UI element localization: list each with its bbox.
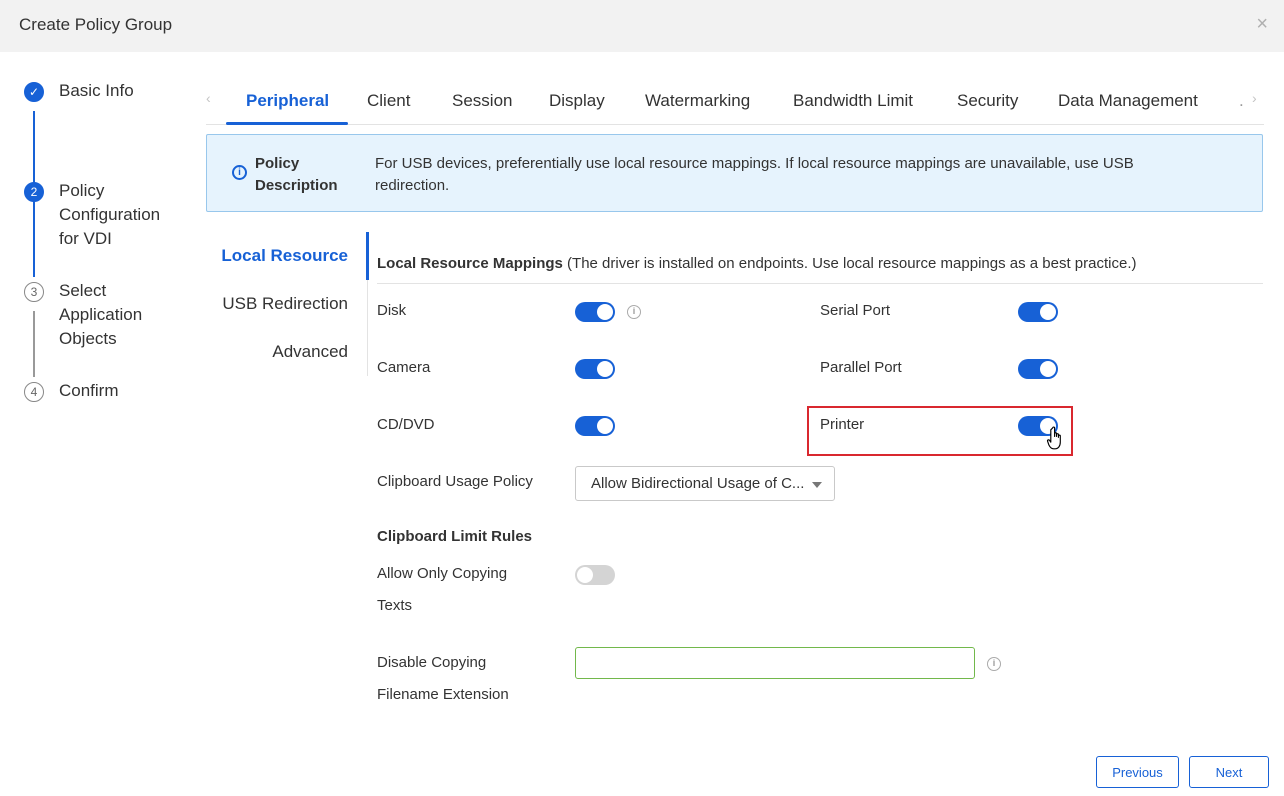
step-1-label: Basic Info <box>59 81 134 100</box>
tab-security[interactable]: Security <box>957 91 1018 111</box>
serial-port-label: Serial Port <box>820 302 891 319</box>
printer-label: Printer <box>820 416 865 433</box>
camera-label: Camera <box>377 359 431 376</box>
section-title: Local Resource Mappings (The driver is i… <box>377 255 1137 272</box>
section-divider <box>377 283 1263 284</box>
subcategory-nav: Local Resource USB Redirection Advanced <box>206 232 369 376</box>
active-tab-indicator <box>226 122 348 125</box>
step-1-check-icon: ✓ <box>24 82 44 102</box>
allow-copying-texts-toggle[interactable] <box>575 565 615 585</box>
step-3-label: Select Application Objects <box>59 281 143 348</box>
tabs-prev-icon[interactable]: ‹ <box>206 90 211 106</box>
next-button[interactable]: Next <box>1189 756 1269 788</box>
section-note: (The driver is installed on endpoints. U… <box>562 255 1137 272</box>
tab-watermarking[interactable]: Watermarking <box>645 91 750 111</box>
toggle-knob <box>597 304 613 320</box>
disable-copying-extension-label-line2: Filename Extension <box>377 686 509 703</box>
sidebar-item-advanced[interactable]: Advanced <box>272 342 348 362</box>
previous-button[interactable]: Previous <box>1096 756 1179 788</box>
sidebar-item-usb-redirection[interactable]: USB Redirection <box>222 294 348 314</box>
allow-copying-texts-label: Allow Only Copying <box>377 565 508 582</box>
category-tabs: ‹ Peripheral Client Session Display Wate… <box>206 80 1264 125</box>
clipboard-usage-policy-label: Clipboard Usage Policy <box>377 473 533 490</box>
toggle-knob <box>597 418 613 434</box>
cd-dvd-label: CD/DVD <box>377 416 435 433</box>
extension-help-icon[interactable]: i <box>987 657 1001 671</box>
disable-copying-extension-label: Disable Copying <box>377 654 487 671</box>
parallel-port-label: Parallel Port <box>820 359 902 376</box>
clipboard-usage-policy-select[interactable]: Allow Bidirectional Usage of C... <box>575 466 835 501</box>
step-4-label: Confirm <box>59 381 119 400</box>
dialog-title: Create Policy Group <box>19 15 173 34</box>
policy-description-text: For USB devices, preferentially use loca… <box>375 155 1134 194</box>
cd-dvd-toggle[interactable] <box>575 416 615 436</box>
parallel-port-toggle[interactable] <box>1018 359 1058 379</box>
tab-peripheral[interactable]: Peripheral <box>246 91 329 111</box>
camera-toggle[interactable] <box>575 359 615 379</box>
tab-data-management[interactable]: Data Management <box>1058 91 1198 111</box>
step-3-number: 3 <box>24 282 44 302</box>
tab-overflow[interactable]: . <box>1239 91 1244 111</box>
toggle-knob <box>597 361 613 377</box>
tabs-next-icon[interactable]: › <box>1252 90 1257 106</box>
step-connector <box>33 363 35 377</box>
disable-copying-extension-input[interactable] <box>575 647 975 679</box>
section-title-text: Local Resource Mappings <box>377 255 563 272</box>
serial-port-toggle[interactable] <box>1018 302 1058 322</box>
policy-description-banner: i Policy Description For USB devices, pr… <box>206 134 1263 212</box>
dialog-header: Create Policy Group × <box>0 0 1284 52</box>
tab-bandwidth-limit[interactable]: Bandwidth Limit <box>793 91 913 111</box>
step-2-number: 2 <box>24 182 44 202</box>
step-4-number: 4 <box>24 382 44 402</box>
step-connector <box>33 211 35 277</box>
policy-description-label: Policy Description <box>255 155 338 194</box>
chevron-down-icon <box>812 482 822 488</box>
tab-client[interactable]: Client <box>367 91 410 111</box>
tab-session[interactable]: Session <box>452 91 512 111</box>
toggle-knob <box>577 567 593 583</box>
active-subcategory-indicator <box>366 232 369 280</box>
step-2-label: Policy Configuration for VDI <box>59 181 161 248</box>
close-icon[interactable]: × <box>1256 12 1268 36</box>
disk-help-icon[interactable]: i <box>627 305 641 319</box>
hand-pointer-cursor-icon <box>1046 426 1061 450</box>
toggle-knob <box>1040 304 1056 320</box>
sidebar-item-local-resource[interactable]: Local Resource <box>221 246 348 266</box>
toggle-knob <box>1040 361 1056 377</box>
tab-display[interactable]: Display <box>549 91 605 111</box>
disk-label: Disk <box>377 302 407 319</box>
clipboard-limit-rules-title: Clipboard Limit Rules <box>377 528 533 545</box>
info-icon: i <box>232 165 247 180</box>
clipboard-usage-policy-value: Allow Bidirectional Usage of C... <box>591 475 805 492</box>
disk-toggle[interactable] <box>575 302 615 322</box>
allow-copying-texts-label-line2: Texts <box>377 597 413 614</box>
